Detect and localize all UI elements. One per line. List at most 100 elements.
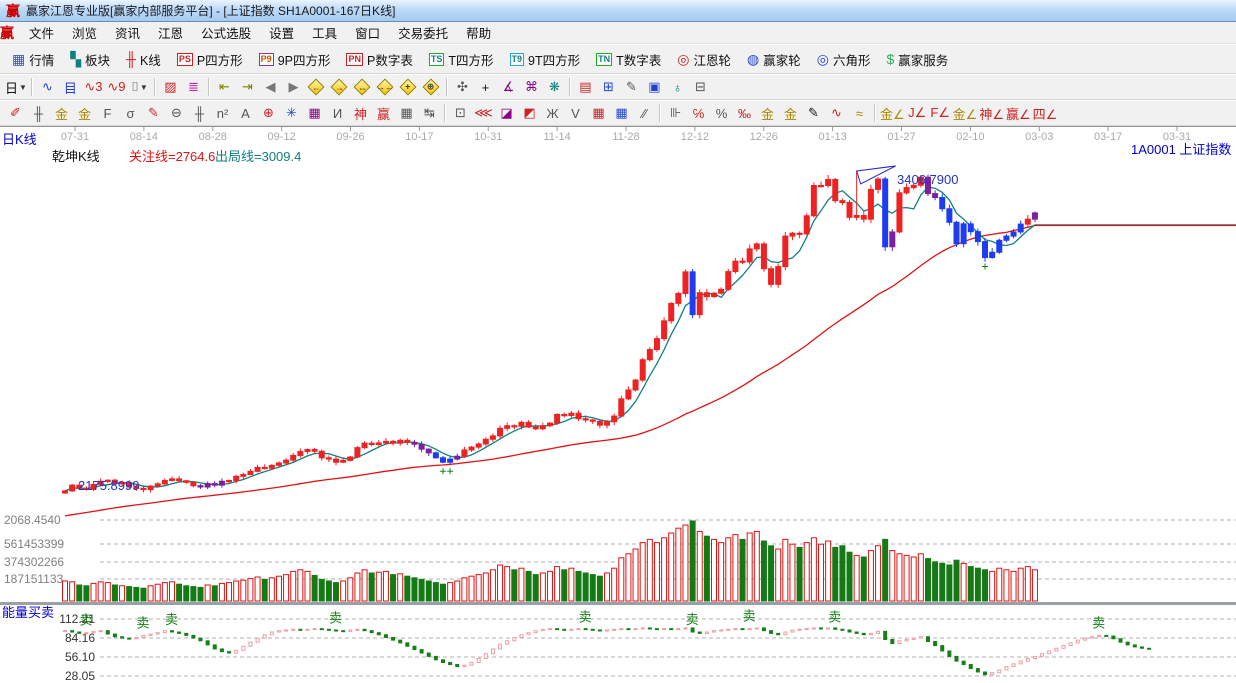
t-table-button[interactable]: TNT数字表 (588, 46, 669, 73)
prev-bar-icon[interactable]: ◀ (259, 77, 282, 98)
profile-chart-icon[interactable]: ≣ (182, 77, 205, 98)
f-angle-icon[interactable]: F∠ (929, 103, 952, 124)
v-lines-icon[interactable]: V (564, 103, 587, 124)
grid-123-icon[interactable]: ▦ (395, 103, 418, 124)
brush-tool-icon[interactable]: ✐ (4, 103, 27, 124)
hexagon-button[interactable]: ◎六角形 (809, 46, 879, 73)
gann-wheel-button[interactable]: ◎江恩轮 (669, 46, 739, 73)
compress-icon[interactable]: →← (374, 77, 397, 98)
hand-tool-icon[interactable]: ✣ (451, 77, 474, 98)
calendar-icon[interactable]: ▤ (574, 77, 597, 98)
zoom-out-icon[interactable]: ↔ (351, 77, 374, 98)
period-day-dropdown[interactable]: 日▼ (4, 77, 28, 98)
quotes-button[interactable]: ▦行情 (4, 46, 62, 73)
menu-7[interactable]: 窗口 (346, 25, 389, 43)
star-target-icon[interactable]: ✳ (280, 103, 303, 124)
circle-ruler-icon[interactable]: ⊖ (165, 103, 188, 124)
win-ruler-icon[interactable]: 赢 (372, 103, 395, 124)
winner-wheel-button[interactable]: ◍赢家轮 (739, 46, 809, 73)
gann-box-icon[interactable]: ▨ (159, 77, 182, 98)
menu-9[interactable]: 帮助 (457, 25, 500, 43)
trident-lines-icon[interactable]: Ж (541, 103, 564, 124)
full-view-icon[interactable]: ⊕ (420, 77, 443, 98)
angle-a-icon[interactable]: A (234, 103, 257, 124)
gann-n-icon[interactable]: И (326, 103, 349, 124)
grid-blue-icon[interactable]: ▦ (610, 103, 633, 124)
t-square-button[interactable]: TST四方形 (421, 46, 502, 73)
gold-hline-icon[interactable]: 金 (779, 103, 802, 124)
f-ruler-icon[interactable]: F (96, 103, 119, 124)
menu-4[interactable]: 公式选股 (192, 25, 260, 43)
analysis-brain-icon[interactable]: ❋ (543, 77, 566, 98)
menu-2[interactable]: 资讯 (106, 25, 149, 43)
scroll-right-icon[interactable]: → (328, 77, 351, 98)
expand-icon[interactable]: + (397, 77, 420, 98)
menu-8[interactable]: 交易委托 (389, 25, 457, 43)
save-icon[interactable]: ▣ (643, 77, 666, 98)
gold2-angle-icon[interactable]: 金∠ (952, 103, 979, 124)
shen-angle-icon[interactable]: 神∠ (978, 103, 1005, 124)
menu-6[interactable]: 工具 (303, 25, 346, 43)
calculator-icon[interactable]: ⊞ (597, 77, 620, 98)
p-square-button[interactable]: PSP四方形 (169, 46, 251, 73)
fan-red-icon[interactable]: ⋘ (472, 103, 495, 124)
next-bar-icon[interactable]: ▶ (282, 77, 305, 98)
wave-ruler-icon[interactable]: ∿ (825, 103, 848, 124)
gold-ruler2-icon[interactable]: 金 (73, 103, 96, 124)
gold-ruler-icon[interactable]: 金 (50, 103, 73, 124)
fan-diag-icon[interactable]: ◩ (518, 103, 541, 124)
tick-ruler-icon[interactable]: ╫ (188, 103, 211, 124)
chart-area[interactable]: 07-3108-1408-2809-1209-2610-1710-3111-14… (0, 126, 1236, 683)
grid-target-icon[interactable]: ▦ (303, 103, 326, 124)
candle-style-dropdown[interactable]: ⌷▼ (128, 77, 151, 98)
indicator-name-label[interactable]: 能量买卖 (2, 606, 54, 620)
win-angle-icon[interactable]: 赢∠ (1005, 103, 1032, 124)
net-save-icon[interactable]: ♁ (666, 77, 689, 98)
gold-circle-icon[interactable]: 金 (756, 103, 779, 124)
pane-period-label[interactable]: 日K线 (2, 133, 37, 147)
9p-square-button[interactable]: P99P四方形 (251, 46, 339, 73)
info-panel-icon[interactable]: 目 (59, 77, 82, 98)
sectors-button[interactable]: ▚板块 (62, 46, 118, 73)
title-bar[interactable]: 赢 赢家江恩专业版[赢家内部服务平台] - [上证指数 SH1A0001-167… (0, 0, 1236, 22)
pen-ruler-icon[interactable]: ✎ (142, 103, 165, 124)
ruler-grid-icon[interactable]: ╫ (27, 103, 50, 124)
four-angle-icon[interactable]: 四∠ (1032, 103, 1059, 124)
slash-lines-icon[interactable]: ∕∕ (633, 103, 656, 124)
measure-icon[interactable]: ∡ (497, 77, 520, 98)
winner-service-button[interactable]: $赢家服务 (878, 46, 956, 73)
grid-red-icon[interactable]: ▦ (587, 103, 610, 124)
menu-1[interactable]: 浏览 (63, 25, 106, 43)
j-angle-icon[interactable]: J∠ (906, 103, 929, 124)
9t-square-button[interactable]: T99T四方形 (502, 46, 589, 73)
gold-wave-icon[interactable]: ≈ (848, 103, 871, 124)
kline-chart[interactable]: 07-3108-1408-2809-1209-2610-1710-3111-14… (0, 127, 1236, 683)
box-tool-icon[interactable]: ⊡ (449, 103, 472, 124)
wave-9-icon[interactable]: ∿9 (105, 77, 128, 98)
target-red-icon[interactable]: ⊕ (257, 103, 280, 124)
n2-ruler-icon[interactable]: n² (211, 103, 234, 124)
last-bar-icon[interactable]: ⇥ (236, 77, 259, 98)
span-arrows-icon[interactable]: ↹ (418, 103, 441, 124)
p-table-button[interactable]: PNP数字表 (338, 46, 420, 73)
menu-5[interactable]: 设置 (260, 25, 303, 43)
shen-ruler-icon[interactable]: 神 (349, 103, 372, 124)
percent-line-icon[interactable]: ℅ (687, 103, 710, 124)
scale-ruler-icon[interactable]: ⊪ (664, 103, 687, 124)
gold-angle-icon[interactable]: 金∠ (879, 103, 906, 124)
gann-tool-icon[interactable]: ⌘ (520, 77, 543, 98)
menu-0[interactable]: 文件 (20, 25, 63, 43)
first-bar-icon[interactable]: ⇤ (213, 77, 236, 98)
notes-icon[interactable]: ✎ (620, 77, 643, 98)
percent-hline-icon[interactable]: ‰ (733, 103, 756, 124)
print-icon[interactable]: ⊟ (689, 77, 712, 98)
scroll-left-icon[interactable]: ← (305, 77, 328, 98)
crosshair-icon[interactable]: + (474, 77, 497, 98)
percent-icon[interactable]: % (710, 103, 733, 124)
pattern-frame-icon[interactable]: ∿ (36, 77, 59, 98)
spiral-icon[interactable]: σ (119, 103, 142, 124)
fan-box-icon[interactable]: ◪ (495, 103, 518, 124)
wave-3-icon[interactable]: ∿3 (82, 77, 105, 98)
kline-button[interactable]: ╫K线 (118, 46, 169, 73)
menu-3[interactable]: 江恩 (149, 25, 192, 43)
